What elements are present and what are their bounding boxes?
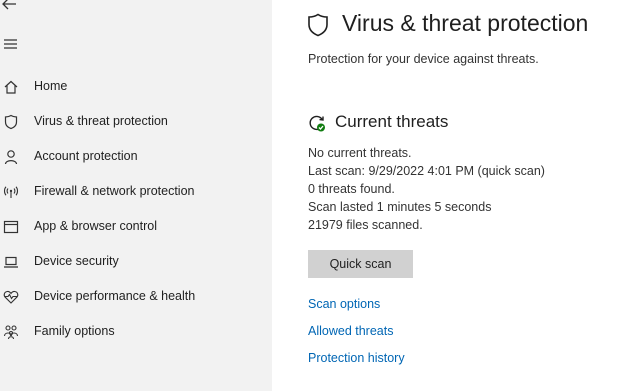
sidebar-item-account-protection[interactable]: Account protection [0,140,272,174]
sidebar: Home Virus & threat protection Account p… [0,0,272,391]
person-icon [3,149,19,165]
sidebar-item-app-browser-control[interactable]: App & browser control [0,210,272,244]
sidebar-item-label: Family options [34,324,115,338]
main-content: Virus & threat protection Protection for… [272,0,624,391]
protection-history-link[interactable]: Protection history [308,351,405,365]
home-icon [3,79,19,95]
app-window-icon [3,219,19,235]
scan-duration-line: Scan lasted 1 minutes 5 seconds [308,200,492,214]
sidebar-item-label: Virus & threat protection [34,114,168,128]
sidebar-item-family-options[interactable]: Family options [0,315,272,349]
sidebar-item-label: Home [34,79,68,93]
sidebar-item-device-performance-health[interactable]: Device performance & health [0,280,272,314]
family-icon [3,324,19,340]
shield-icon [3,114,19,130]
quick-scan-button[interactable]: Quick scan [308,250,413,278]
sidebar-item-label: Device security [34,254,119,268]
sidebar-item-home[interactable]: Home [0,70,272,104]
files-scanned-line: 21979 files scanned. [308,218,423,232]
sidebar-item-virus-threat-protection[interactable]: Virus & threat protection [0,105,272,139]
shield-icon [307,13,329,37]
last-scan-line: Last scan: 9/29/2022 4:01 PM (quick scan… [308,164,545,178]
sidebar-item-label: Account protection [34,149,138,163]
threat-status: No current threats. Last scan: 9/29/2022… [308,144,545,234]
sidebar-item-firewall-network-protection[interactable]: Firewall & network protection [0,175,272,209]
heart-pulse-icon [3,289,19,305]
page-subtitle: Protection for your device against threa… [308,52,539,66]
refresh-check-icon [308,114,326,132]
sidebar-item-label: Firewall & network protection [34,184,195,198]
menu-button[interactable] [0,36,24,54]
sidebar-item-label: Device performance & health [34,289,196,303]
sidebar-item-label: App & browser control [34,219,157,233]
threats-found-line: 0 threats found. [308,182,395,196]
hamburger-menu-icon [4,39,18,49]
threat-status-line: No current threats. [308,146,412,160]
back-arrow-icon [0,0,20,12]
antenna-icon [3,184,19,200]
back-button[interactable] [0,0,24,16]
sidebar-item-device-security[interactable]: Device security [0,245,272,279]
laptop-icon [3,254,19,270]
allowed-threats-link[interactable]: Allowed threats [308,324,393,338]
current-threats-title: Current threats [335,112,449,131]
page-title: Virus & threat protection [342,10,589,36]
scan-options-link[interactable]: Scan options [308,297,380,311]
